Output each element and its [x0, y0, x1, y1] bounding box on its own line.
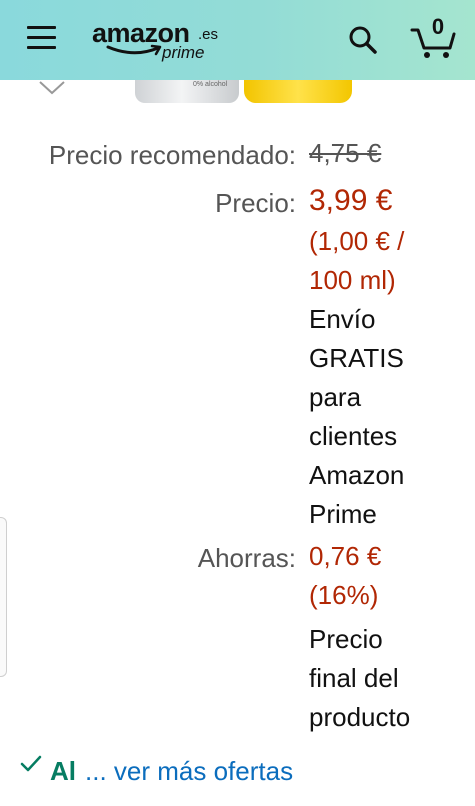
checkmark-icon	[20, 755, 42, 772]
search-icon[interactable]	[348, 25, 378, 55]
logo-prime: prime	[162, 43, 205, 62]
amazon-prime-logo[interactable]: amazon .es prime	[92, 16, 222, 64]
shipping-line: GRATIS	[309, 343, 404, 373]
shipping-line: Envío	[309, 304, 376, 334]
cart-count-badge: 0	[431, 14, 445, 39]
shipping-line: para	[309, 382, 362, 412]
shipping-line: Prime	[309, 499, 377, 529]
menu-icon[interactable]	[27, 26, 56, 52]
chevron-down-icon[interactable]	[38, 80, 66, 101]
bottle-label-text: 0% alcohol	[193, 81, 228, 88]
product-image-bottle: 0% alcohol	[135, 80, 239, 103]
price-value: 3,99 €	[309, 184, 393, 217]
product-image-bottle-yellow	[244, 80, 352, 103]
side-drawer-handle[interactable]	[0, 517, 7, 677]
cart-icon[interactable]: 0	[410, 14, 456, 60]
unit-price-line1: (1,00 € /	[309, 226, 405, 256]
logo-tld: .es	[198, 26, 219, 43]
shipping-line: Amazon	[309, 460, 405, 490]
shipping-note: Envío GRATIS para clientes Amazon Prime	[309, 300, 469, 534]
final-price-line: producto	[309, 702, 411, 732]
shipping-line: clientes	[309, 421, 398, 451]
price-label: Precio:	[215, 188, 296, 218]
smile-arrow-icon	[106, 44, 162, 56]
final-price-line: final del	[309, 663, 399, 693]
savings-label: Ahorras:	[197, 543, 296, 573]
unit-price-line2: 100 ml)	[309, 265, 396, 295]
final-price-note: Precio final del producto	[309, 620, 469, 737]
availability-text: Al	[50, 756, 76, 786]
list-price-label: Precio recomendado:	[48, 140, 296, 170]
list-price-value: 4,75 €	[309, 138, 382, 168]
top-nav-bar: amazon .es prime 0	[0, 0, 475, 80]
savings-amount: 0,76 €	[309, 541, 382, 571]
savings-percent: (16%)	[309, 580, 379, 610]
final-price-line: Precio	[309, 624, 383, 654]
more-offers-link[interactable]: ... ver más ofertas	[85, 756, 293, 787]
